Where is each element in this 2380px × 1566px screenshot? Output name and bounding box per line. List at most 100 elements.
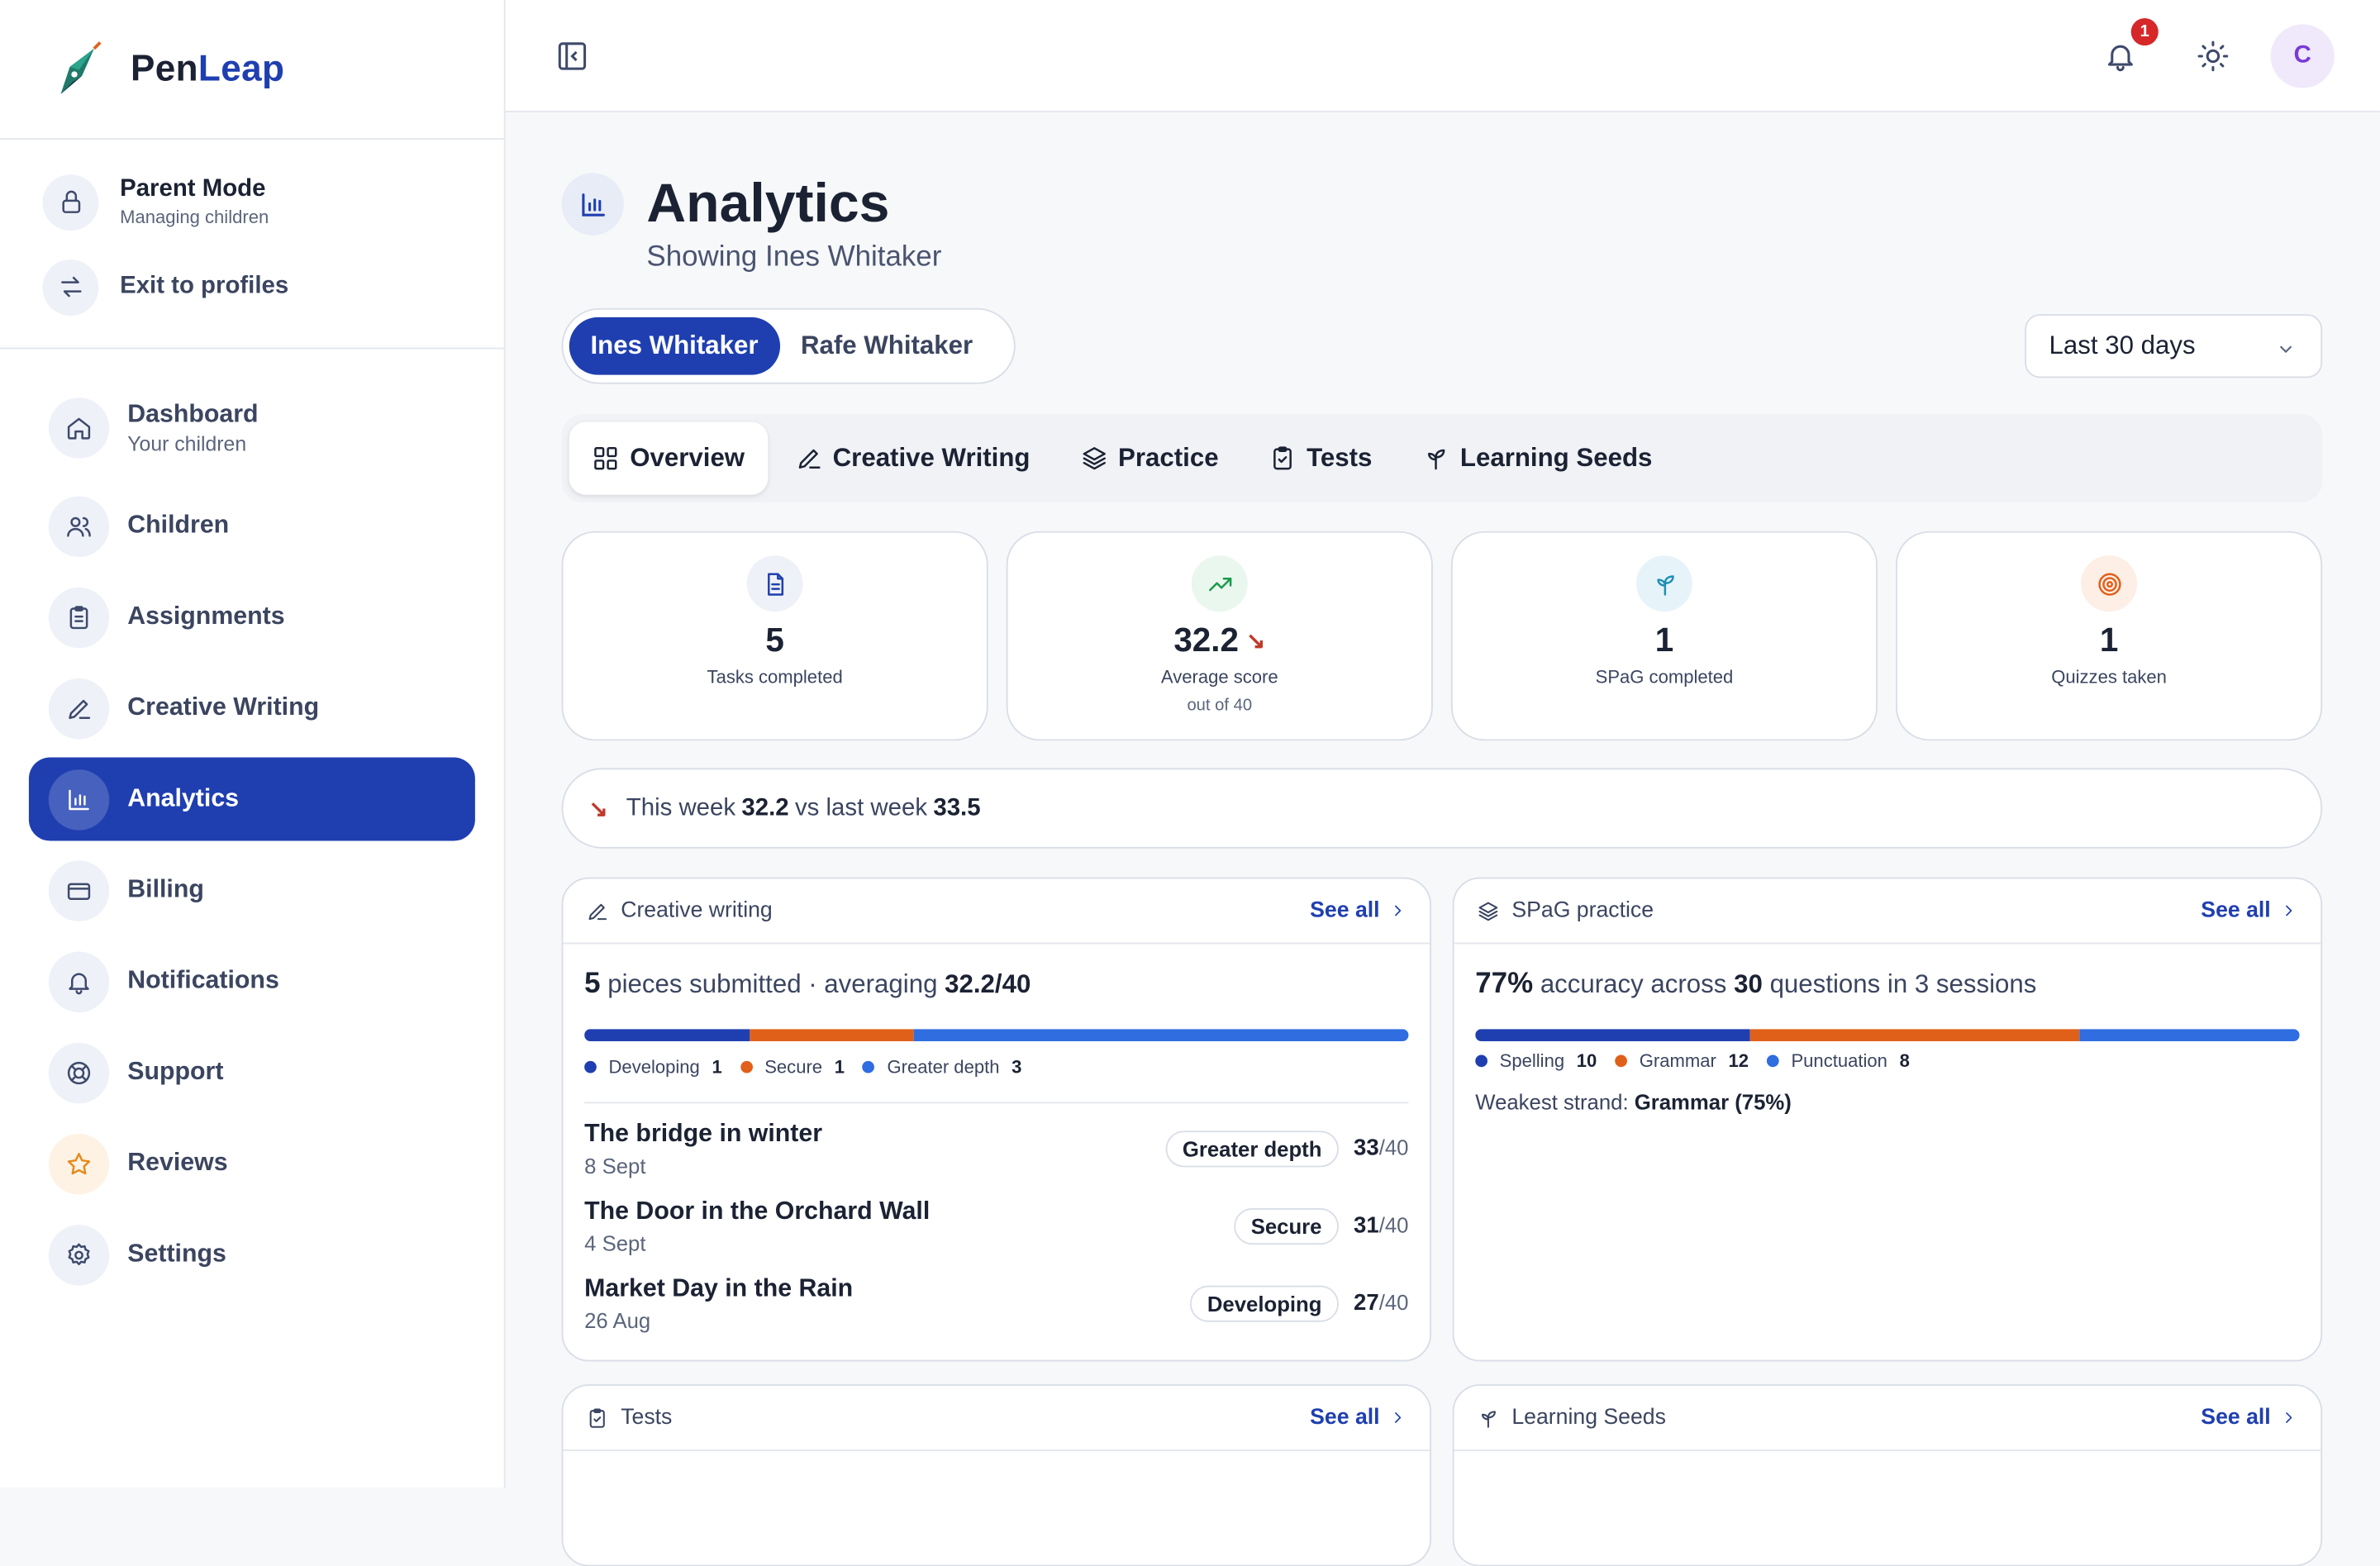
sidebar-item-dashboard[interactable]: Dashboard Your children — [29, 379, 475, 477]
creative-legend-item: Secure 1 — [740, 1056, 845, 1078]
piece-title: The Door in the Orchard Wall — [584, 1197, 931, 1225]
see-all-tests-link[interactable]: See all — [1310, 1406, 1407, 1430]
notifications-button[interactable] — [2104, 40, 2137, 73]
sidebar-item-label: Notifications — [127, 966, 279, 995]
stat-cards: 5 Tasks completed 32.2 ↘ Average score ou… — [561, 531, 2323, 741]
sidebar-nav: Dashboard Your children Children Assignm… — [0, 349, 504, 1296]
see-all-creative-link[interactable]: See all — [1310, 898, 1407, 923]
parent-mode-title: Parent Mode — [120, 176, 266, 202]
sidebar-item-creative-writing[interactable]: Creative Writing — [29, 666, 475, 750]
weakest-strand: Weakest strand: Grammar (75%) — [1475, 1090, 2299, 1114]
sidebar-item-settings[interactable]: Settings — [29, 1213, 475, 1297]
tab-label: Overview — [630, 443, 745, 473]
avatar[interactable]: C — [2270, 24, 2335, 88]
level-badge: Greater depth — [1165, 1130, 1339, 1167]
legend-name: Punctuation — [1791, 1050, 1887, 1072]
questions-count: 30 — [1734, 969, 1763, 999]
sidebar-item-assignments[interactable]: Assignments — [29, 575, 475, 659]
comparison-middle: vs last week — [794, 794, 928, 821]
spag-legend-item: Grammar 12 — [1615, 1050, 1749, 1072]
child-tab-ines[interactable]: Ines Whitaker — [569, 317, 780, 375]
legend-dot — [1767, 1054, 1779, 1068]
legend-name: Secure — [764, 1056, 823, 1078]
clipboard-icon — [48, 586, 110, 648]
parent-mode[interactable]: Parent Mode Managing children — [42, 164, 461, 240]
tab-creative-writing[interactable]: Creative Writing — [772, 422, 1053, 495]
creative-summary: 5 pieces submitted · averaging 32.2/40 — [584, 969, 1408, 1002]
chevron-right-icon — [2286, 1412, 2292, 1423]
tab-overview[interactable]: Overview — [569, 421, 768, 495]
tab-practice[interactable]: Practice — [1058, 422, 1242, 495]
piece-title: The bridge in winter — [584, 1119, 823, 1147]
chevron-down-icon — [2279, 345, 2292, 354]
sidebar-item-label: Reviews — [127, 1149, 228, 1177]
spag-practice-card: SPaG practice See all 77% accuracy acros… — [1452, 877, 2323, 1362]
legend-dot — [740, 1060, 753, 1073]
card-title: SPaG practice — [1511, 898, 1654, 923]
see-all-seeds-link[interactable]: See all — [2201, 1406, 2297, 1430]
sidebar-item-support[interactable]: Support — [29, 1031, 475, 1114]
home-icon — [48, 397, 110, 459]
sun-icon — [2197, 40, 2229, 72]
gear-icon — [48, 1224, 110, 1285]
sidebar-item-label: Support — [127, 1058, 224, 1086]
creative-piece-row[interactable]: The Door in the Orchard Wall 4 Sept Secu… — [584, 1187, 1408, 1264]
legend-name: Greater depth — [887, 1056, 1000, 1078]
child-tab-rafe[interactable]: Rafe Whitaker — [779, 317, 994, 375]
sidebar-item-notifications[interactable]: Notifications — [29, 940, 475, 1023]
stat-label: Tasks completed — [707, 666, 843, 688]
topbar — [505, 0, 2380, 112]
creative-legend: Developing 1 Secure 1 Greater depth 3 — [584, 1056, 1408, 1078]
legend-count: 8 — [1899, 1050, 1910, 1072]
tab-learning-seeds[interactable]: Learning Seeds — [1399, 422, 1675, 495]
stat-spag-completed: 1 SPaG completed — [1450, 531, 1878, 741]
period-select-value: Last 30 days — [2049, 331, 2196, 360]
legend-name: Spelling — [1499, 1050, 1565, 1072]
period-select[interactable]: Last 30 days — [2025, 314, 2323, 378]
weakest-label: Weakest strand: — [1475, 1089, 1629, 1115]
notification-count-badge: 1 — [2130, 18, 2159, 46]
sidebar: PenLeap Parent Mode Managing children Ex… — [0, 0, 506, 1487]
parent-mode-section: Parent Mode Managing children Exit to pr… — [0, 140, 504, 350]
exit-to-profiles-button[interactable]: Exit to profiles — [42, 249, 461, 325]
chevron-right-icon — [1395, 905, 1402, 916]
sidebar-item-children[interactable]: Children — [29, 484, 475, 568]
star-icon — [48, 1133, 110, 1194]
level-badge: Secure — [1234, 1207, 1339, 1245]
collapse-sidebar-button[interactable] — [555, 40, 588, 73]
pen-icon — [588, 902, 607, 920]
bar-chart-icon — [48, 769, 110, 830]
score-value: 33 — [1354, 1135, 1379, 1162]
card-title: Creative writing — [621, 898, 773, 923]
sidebar-item-billing[interactable]: Billing — [29, 849, 475, 932]
lock-icon — [42, 174, 99, 231]
sidebar-item-analytics[interactable]: Analytics — [28, 757, 475, 841]
stat-tasks-completed: 5 Tasks completed — [561, 531, 988, 741]
sidebar-item-reviews[interactable]: Reviews — [29, 1121, 475, 1205]
piece-date: 26 Aug — [584, 1307, 651, 1332]
layers-icon — [1083, 447, 1106, 470]
trending-up-icon — [1191, 555, 1248, 612]
legend-count: 1 — [712, 1056, 722, 1078]
creative-legend-item: Developing 1 — [584, 1056, 722, 1078]
score-value: 27 — [1354, 1290, 1379, 1316]
theme-toggle-button[interactable] — [2197, 40, 2230, 73]
brand-name: PenLeap — [131, 48, 284, 90]
spag-bar-segment — [1475, 1029, 1750, 1041]
brand[interactable]: PenLeap — [0, 0, 504, 140]
tab-tests[interactable]: Tests — [1246, 422, 1395, 495]
score-value: 31 — [1354, 1212, 1379, 1239]
see-all-spag-link[interactable]: See all — [2201, 898, 2297, 923]
piece-title: Market Day in the Rain — [584, 1273, 854, 1302]
chevron-right-icon — [1395, 1412, 1402, 1423]
creative-piece-row[interactable]: The bridge in winter 8 Sept Greater dept… — [584, 1110, 1408, 1188]
child-switcher: Ines Whitaker Rafe Whitaker — [561, 307, 1016, 384]
sidebar-item-label: Dashboard — [127, 400, 259, 428]
legend-name: Developing — [608, 1056, 700, 1078]
week-comparison-banner: ↘ This week 32.2 vs last week 33.5 — [561, 768, 2323, 849]
stat-value: 1 — [2099, 621, 2119, 659]
card-title: Learning Seeds — [1511, 1405, 1666, 1430]
creative-piece-row[interactable]: Market Day in the Rain 26 Aug Developing… — [584, 1264, 1408, 1342]
creative-bar-segment — [584, 1029, 750, 1041]
layers-icon — [1478, 901, 1498, 921]
